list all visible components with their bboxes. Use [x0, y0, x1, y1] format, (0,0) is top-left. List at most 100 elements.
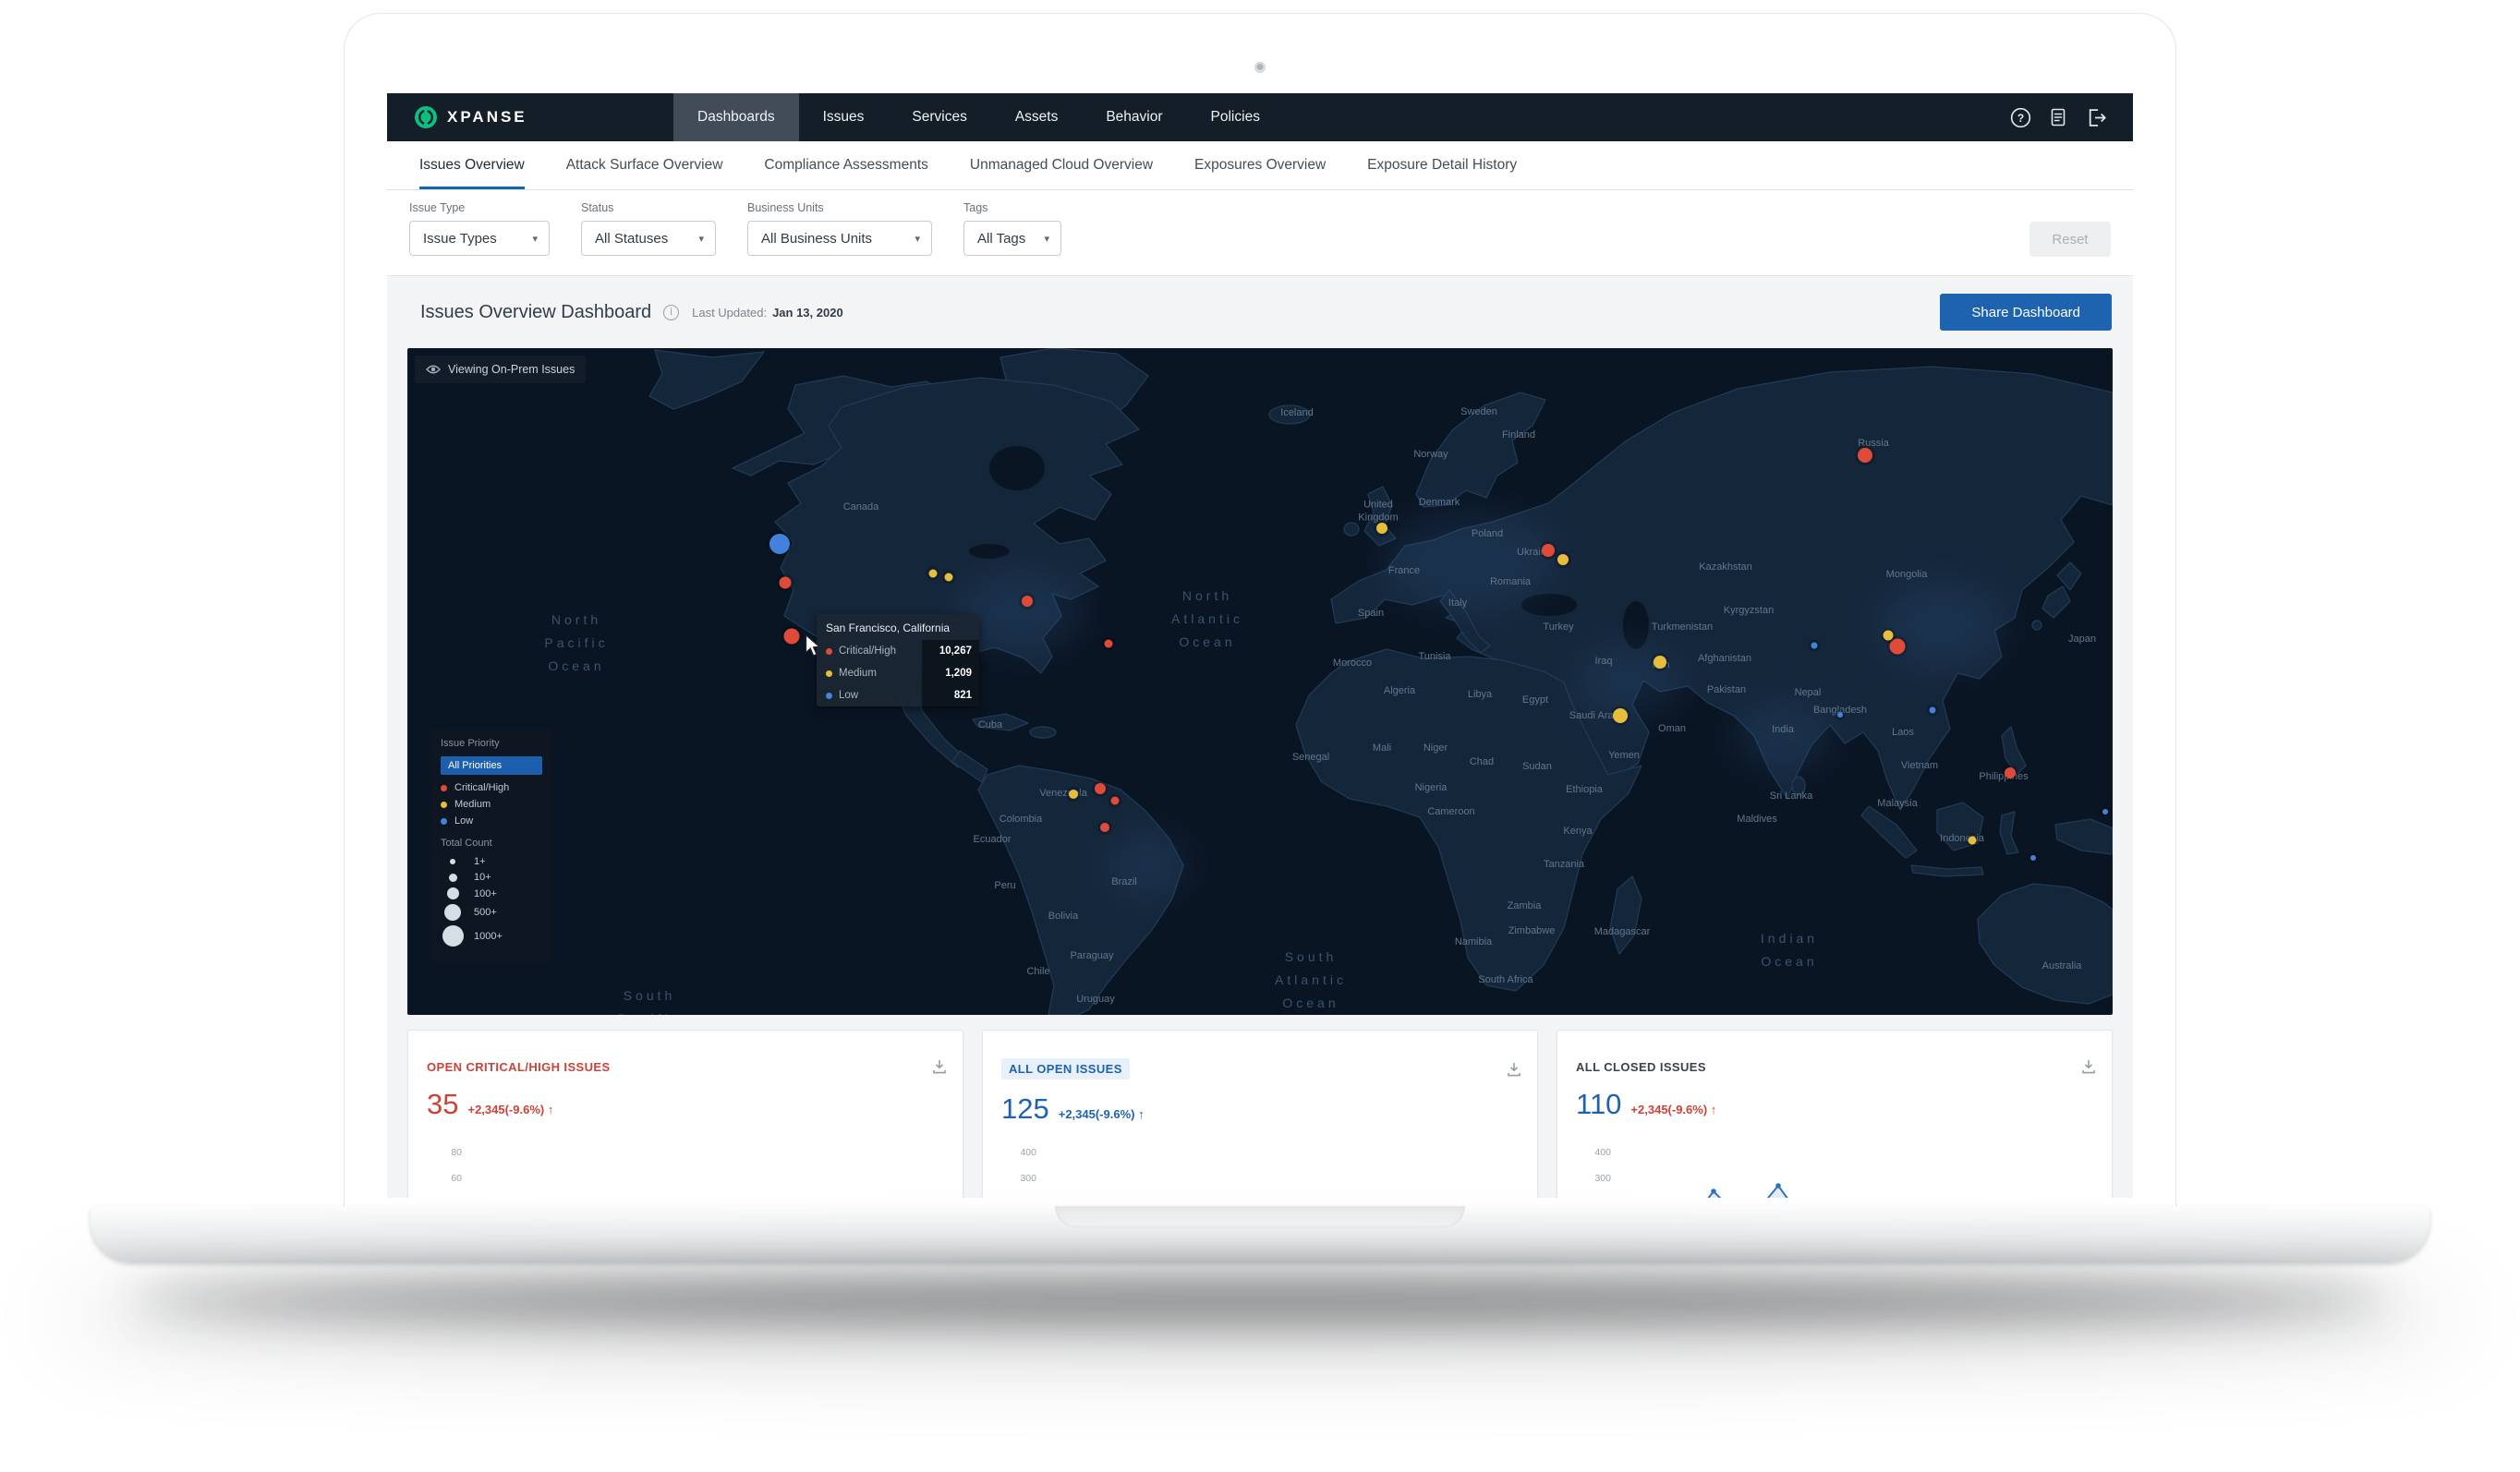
card-value-row: 35 +2,345(-9.6%) ↑: [408, 1075, 963, 1121]
nav-item-dashboards[interactable]: Dashboards: [673, 93, 799, 141]
issue-dot-critical[interactable]: [780, 577, 792, 589]
tab-issues-overview[interactable]: Issues Overview: [419, 141, 525, 189]
filter-dropdown-status[interactable]: All Statuses▾: [581, 221, 716, 256]
tooltip-value: 821: [922, 684, 979, 706]
issue-dot-medium[interactable]: [1557, 554, 1569, 565]
legend-count-label: 1000+: [474, 931, 503, 942]
main-nav: DashboardsIssuesServicesAssetsBehaviorPo…: [673, 93, 1284, 141]
filter-dropdown-tags[interactable]: All Tags ▾: [963, 221, 1061, 256]
issue-dot-critical[interactable]: [784, 629, 800, 645]
y-axis-tick: 400: [996, 1147, 1036, 1158]
filter-dropdown-issue-type[interactable]: Issue Types▾: [409, 221, 550, 256]
issue-dot-medium[interactable]: [945, 573, 953, 582]
legend-count-100: 100+: [441, 887, 542, 899]
tooltip-label: Low: [839, 690, 922, 701]
tab-exposures-overview[interactable]: Exposures Overview: [1194, 141, 1326, 189]
issue-dot-medium[interactable]: [1613, 708, 1628, 723]
issue-dot-low[interactable]: [2102, 809, 2108, 814]
tooltip-value: 10,267: [922, 640, 979, 662]
download-icon[interactable]: [1506, 1061, 1522, 1078]
legend-count-label: 10+: [474, 872, 491, 883]
summary-card-open-critical-high-issues: OPEN CRITICAL/HIGH ISSUES 35 +2,345(-9.6%)…: [407, 1030, 963, 1198]
tab-attack-surface-overview[interactable]: Attack Surface Overview: [566, 141, 723, 189]
legend-priority-low[interactable]: Low: [441, 815, 542, 826]
filter-dropdown-business-units[interactable]: All Business Units▾: [747, 221, 932, 256]
filter-label-tags: Tags: [963, 201, 1061, 214]
count-circle-icon: [441, 887, 465, 899]
card-value: 35: [427, 1088, 458, 1121]
issue-dot-critical[interactable]: [1890, 639, 1906, 655]
chevron-down-icon: ▾: [1044, 233, 1049, 245]
top-nav-bar: XPANSE DashboardsIssuesServicesAssetsBeh…: [387, 93, 2133, 141]
topbar-icons: ?: [2009, 93, 2133, 141]
issue-dot-medium[interactable]: [1376, 523, 1387, 534]
issue-dot-medium[interactable]: [1969, 837, 1977, 845]
tooltip-row-critical-high: Critical/High10,267: [817, 640, 979, 662]
nav-item-services[interactable]: Services: [888, 93, 990, 141]
reset-button[interactable]: Reset: [2029, 222, 2111, 257]
nav-item-policies[interactable]: Policies: [1187, 93, 1284, 141]
tab-exposure-detail-history[interactable]: Exposure Detail History: [1367, 141, 1517, 189]
legend-count-label: 500+: [474, 907, 497, 918]
last-updated-label: Last Updated:: [692, 306, 767, 320]
issue-dot-medium[interactable]: [1069, 790, 1078, 799]
tab-unmanaged-cloud-overview[interactable]: Unmanaged Cloud Overview: [970, 141, 1153, 189]
trend-mini-chart: [1617, 1176, 2014, 1198]
legend-count-500: 500+: [441, 904, 542, 921]
issue-dot-critical[interactable]: [1095, 783, 1106, 794]
issue-dot-critical[interactable]: [1105, 640, 1113, 648]
mouse-cursor: [803, 634, 823, 661]
issue-dot-critical[interactable]: [1542, 544, 1555, 557]
map-tooltip: San Francisco, California Critical/High1…: [817, 614, 979, 706]
chevron-down-icon: ▾: [698, 233, 704, 245]
issue-dot-critical[interactable]: [1111, 797, 1120, 805]
report-icon[interactable]: [2047, 106, 2069, 128]
share-dashboard-button[interactable]: Share Dashboard: [1940, 294, 2112, 331]
eye-icon: [426, 364, 441, 375]
issue-dot-critical[interactable]: [1022, 596, 1033, 607]
issue-dot-critical[interactable]: [1858, 448, 1872, 463]
legend-priority-medium[interactable]: Medium: [441, 799, 542, 810]
issue-dot-low[interactable]: [1811, 643, 1818, 649]
filter-bar: Issue TypeIssue Types▾StatusAll Statuses…: [387, 190, 2133, 276]
help-icon[interactable]: ?: [2009, 106, 2031, 128]
legend-all-priorities[interactable]: All Priorities: [441, 756, 542, 775]
viewing-mode-chip: Viewing On-Prem Issues: [415, 356, 586, 383]
count-circle-icon: [441, 925, 465, 947]
sign-out-icon[interactable]: [2085, 106, 2107, 128]
card-delta: +2,345(-9.6%) ↑: [1630, 1103, 1716, 1116]
laptop-camera: [1254, 62, 1266, 73]
nav-item-issues[interactable]: Issues: [799, 93, 889, 141]
nav-item-behavior[interactable]: Behavior: [1082, 93, 1186, 141]
tooltip-city: San Francisco, California: [817, 614, 979, 640]
legend-priority-critical-high[interactable]: Critical/High: [441, 782, 542, 793]
tab-compliance-assessments[interactable]: Compliance Assessments: [764, 141, 927, 189]
issue-dot-medium[interactable]: [1654, 656, 1666, 669]
trend-up-arrow-icon: ↑: [548, 1103, 554, 1116]
summary-card-all-open-issues: ALL OPEN ISSUES125+2,345(-9.6%) ↑400300: [982, 1030, 1538, 1198]
filter-label-issue-type: Issue Type: [409, 201, 550, 214]
download-icon[interactable]: [2080, 1058, 2097, 1075]
card-delta: +2,345(-9.6%) ↑: [467, 1103, 553, 1116]
summary-card-all-closed-issues: ALL CLOSED ISSUES110+2,345(-9.6%) ↑40030…: [1557, 1030, 2113, 1198]
logo-text: XPANSE: [447, 108, 527, 127]
chevron-down-icon: ▾: [915, 233, 920, 245]
issue-dot-critical[interactable]: [1100, 823, 1109, 832]
card-value-row: 125+2,345(-9.6%) ↑: [983, 1080, 1537, 1126]
info-icon[interactable]: i: [663, 305, 679, 320]
issues-world-map[interactable]: North Pacific OceanNorth Atlantic OceanS…: [407, 348, 2113, 1015]
issue-dot-medium[interactable]: [1884, 631, 1894, 641]
download-icon[interactable]: [931, 1058, 948, 1075]
issue-dot-critical[interactable]: [2005, 767, 2016, 778]
filter-group-issue-type: Issue Type Issue Types▾: [409, 201, 550, 256]
issue-dot-low[interactable]: [1837, 712, 1843, 718]
card-title: OPEN CRITICAL/HIGH ISSUES: [427, 1060, 611, 1074]
issue-dot-low[interactable]: [2030, 855, 2036, 861]
issue-dot-medium[interactable]: [929, 570, 938, 578]
low-dot-icon: [441, 818, 447, 825]
nav-item-assets[interactable]: Assets: [991, 93, 1083, 141]
filter-value-tags: All Tags: [977, 231, 1025, 247]
issue-dot-low[interactable]: [1930, 707, 1936, 714]
issue-dot-low[interactable]: [769, 534, 790, 554]
legend-priority-label: Medium: [454, 799, 491, 810]
